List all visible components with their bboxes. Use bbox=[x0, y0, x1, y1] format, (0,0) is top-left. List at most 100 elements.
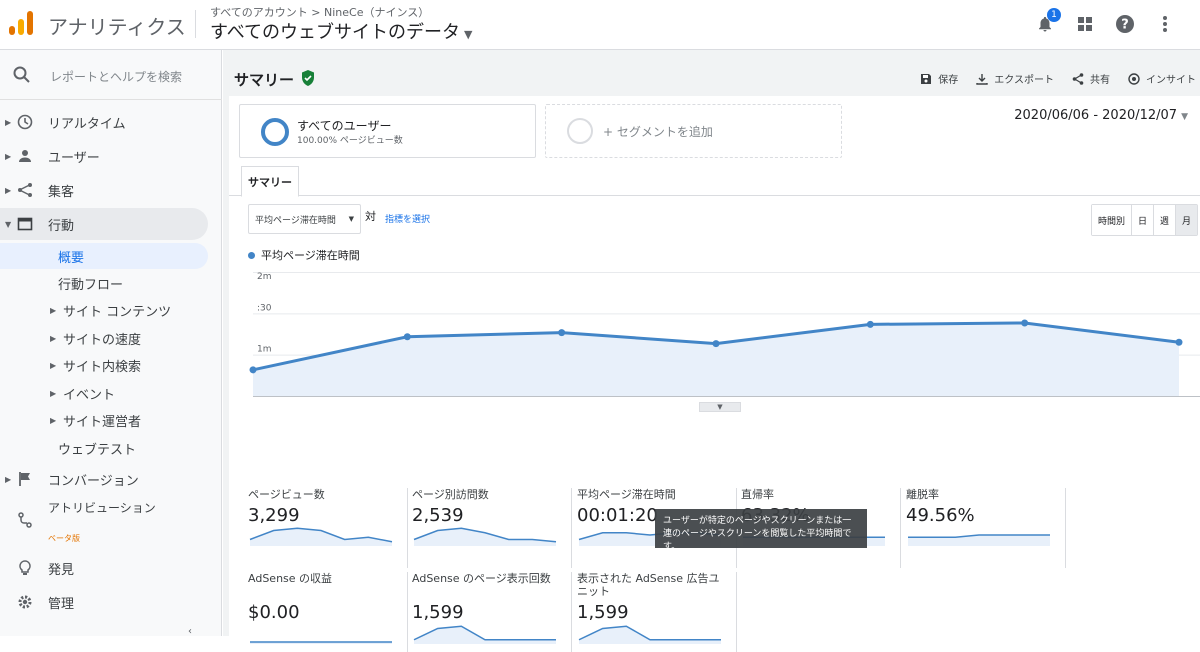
chevron-down-icon: ▼ bbox=[1181, 112, 1188, 122]
segment-all-users[interactable]: すべてのユーザー 100.00% ページビュー数 bbox=[239, 104, 536, 158]
sidebar-subitem-events[interactable]: ▶ イベント bbox=[0, 380, 222, 406]
scorecard-label: ページ別訪問数 bbox=[412, 488, 489, 501]
sidebar-subitem-site-speed[interactable]: ▶ サイトの速度 bbox=[0, 325, 222, 351]
expand-arrow-icon: ▶ bbox=[50, 360, 57, 370]
y-tick-label: :30 bbox=[257, 303, 272, 313]
sidebar-item-realtime[interactable]: ▶ リアルタイム bbox=[0, 106, 222, 138]
scorecard-value: 2,539 bbox=[412, 505, 464, 526]
chevron-down-icon: ▼ bbox=[464, 28, 473, 41]
save-button[interactable]: 保存 bbox=[920, 71, 958, 86]
sidebar-item-label: 発見 bbox=[48, 562, 75, 578]
granularity-hourly-button[interactable]: 時間別 bbox=[1091, 205, 1132, 235]
scorecard-label: 離脱率 bbox=[906, 488, 939, 501]
collapse-sidebar-icon[interactable]: ‹ bbox=[188, 626, 192, 637]
scorecard[interactable]: 離脱率 49.56% bbox=[906, 488, 1066, 568]
insights-button[interactable]: インサイト bbox=[1128, 71, 1196, 86]
metric-dropdown-value: 平均ページ滞在時間 bbox=[255, 215, 336, 226]
sidebar-subitem-behavior-flow[interactable]: 行動フロー bbox=[0, 270, 222, 296]
sidebar-subitem-overview[interactable]: 概要 bbox=[0, 243, 208, 269]
scorecard-value: 00:01:20 bbox=[577, 505, 658, 526]
subitem-label: サイト運営者 bbox=[63, 414, 142, 430]
subitem-label: 概要 bbox=[58, 250, 85, 266]
sidebar-item-admin[interactable]: 管理 bbox=[0, 586, 222, 618]
select-metric-link[interactable]: 指標を選択 bbox=[385, 212, 430, 225]
sparkline-chart bbox=[249, 527, 393, 546]
share-button[interactable]: 共有 bbox=[1072, 71, 1110, 86]
granularity-day-button[interactable]: 日 bbox=[1131, 205, 1154, 235]
analytics-logo-icon[interactable] bbox=[8, 10, 34, 36]
download-icon bbox=[976, 73, 988, 85]
help-button[interactable]: ? bbox=[1114, 13, 1136, 35]
expand-chart-button[interactable]: ▼ bbox=[699, 402, 741, 412]
metric-dropdown[interactable]: 平均ページ滞在時間 ▼ bbox=[248, 204, 361, 234]
insights-icon bbox=[1128, 72, 1140, 85]
attribution-icon bbox=[16, 511, 34, 529]
scorecard[interactable]: AdSense のページ表示回数 1,599 bbox=[412, 572, 572, 652]
search-box[interactable]: レポートとヘルプを検索 bbox=[0, 50, 222, 100]
granularity-week-button[interactable]: 週 bbox=[1153, 205, 1176, 235]
add-segment-button[interactable]: + セグメントを追加 bbox=[545, 104, 842, 158]
sidebar-subitem-publisher[interactable]: ▶ サイト運営者 bbox=[0, 407, 222, 433]
top-bar: アナリティクス すべてのアカウント > NineCe（ナインス） すべてのウェブ… bbox=[0, 0, 1200, 50]
share-label: 共有 bbox=[1090, 75, 1110, 86]
line-chart[interactable]: 2m:301m:302020年7月2020年8月2020年9月2020年10月2… bbox=[229, 262, 1200, 402]
data-point bbox=[712, 340, 720, 348]
notification-badge: 1 bbox=[1047, 8, 1061, 22]
date-range-text: 2020/06/06 - 2020/12/07 bbox=[1014, 108, 1178, 123]
scorecard-value: 49.56% bbox=[906, 505, 975, 526]
granularity-month-button[interactable]: 月 bbox=[1175, 205, 1197, 235]
sidebar-subitem-site-search[interactable]: ▶ サイト内検索 bbox=[0, 352, 222, 378]
property-selector[interactable]: すべてのウェブサイトのデータ ▼ bbox=[210, 18, 473, 44]
subitem-label: 行動フロー bbox=[58, 277, 124, 293]
sparkline-chart bbox=[908, 534, 1050, 546]
acquisition-icon bbox=[16, 181, 34, 199]
sidebar-item-attribution[interactable]: アトリビューション ベータ版 bbox=[0, 498, 222, 543]
segment-title: すべてのユーザー bbox=[297, 119, 392, 133]
scorecard-label: 表示された AdSense 広告ユニット bbox=[577, 572, 720, 598]
date-range-picker[interactable]: 2020/06/06 - 2020/12/07 ▼ bbox=[1014, 108, 1188, 123]
header-divider bbox=[195, 10, 196, 38]
metric-tooltip: ユーザーが特定のページやスクリーンまたは一連のページやスクリーンを閲覧した平均時… bbox=[655, 509, 867, 552]
save-label: 保存 bbox=[938, 75, 959, 86]
export-button[interactable]: エクスポート bbox=[976, 71, 1054, 86]
expand-arrow-icon: ▶ bbox=[50, 415, 57, 425]
x-tick-label: 2020年10月 bbox=[816, 401, 868, 402]
scorecard-label: AdSense の収益 bbox=[248, 572, 333, 585]
scorecard-label: 平均ページ滞在時間 bbox=[577, 488, 676, 501]
segment-color-indicator bbox=[261, 118, 289, 146]
sparkline-chart bbox=[413, 527, 557, 546]
sidebar-item-label: 行動 bbox=[48, 218, 75, 234]
sidebar-item-acquisition[interactable]: ▶ 集客 bbox=[0, 174, 222, 206]
scorecard[interactable]: ページ別訪問数 2,539 bbox=[412, 488, 572, 568]
apps-grid-icon bbox=[1078, 17, 1092, 31]
report-tabs: サマリー bbox=[229, 166, 1200, 197]
sidebar-subitem-site-content[interactable]: ▶ サイト コンテンツ bbox=[0, 297, 222, 323]
scorecard-value: 3,299 bbox=[248, 505, 300, 526]
more-menu-button[interactable] bbox=[1154, 13, 1176, 35]
insights-label: インサイト bbox=[1146, 75, 1196, 86]
tab-summary[interactable]: サマリー bbox=[241, 166, 299, 197]
data-point bbox=[1175, 338, 1183, 346]
subitem-label: サイト コンテンツ bbox=[63, 304, 172, 320]
y-tick-label: 1m bbox=[257, 345, 272, 355]
sparkline-chart bbox=[578, 625, 721, 644]
gear-icon bbox=[16, 593, 34, 611]
sidebar-item-label: ユーザー bbox=[48, 150, 100, 166]
sidebar-item-behavior[interactable]: ▼ 行動 bbox=[0, 208, 208, 240]
sidebar-item-conversions[interactable]: ▶ コンバージョン bbox=[0, 463, 222, 495]
notifications-button[interactable]: 1 bbox=[1034, 8, 1061, 35]
scorecard[interactable]: AdSense の収益 $0.00 bbox=[248, 572, 408, 652]
apps-button[interactable] bbox=[1074, 13, 1096, 35]
sidebar-item-audience[interactable]: ▶ ユーザー bbox=[0, 140, 222, 172]
help-icon: ? bbox=[1116, 15, 1134, 33]
sidebar-item-discover[interactable]: 発見 bbox=[0, 552, 222, 584]
scorecard[interactable]: 表示された AdSense 広告ユニット 1,599 bbox=[577, 572, 737, 652]
y-tick-label: 2m bbox=[257, 272, 272, 282]
chart-legend: 平均ページ滞在時間 bbox=[248, 247, 360, 263]
scorecard[interactable]: ページビュー数 3,299 bbox=[248, 488, 408, 568]
sidebar-item-label: コンバージョン bbox=[48, 473, 139, 489]
versus-label: 対 bbox=[365, 210, 376, 223]
page-title: サマリー bbox=[234, 71, 295, 89]
empty-segment-indicator bbox=[567, 118, 593, 144]
sidebar-subitem-experiments[interactable]: ウェブテスト bbox=[0, 435, 222, 461]
